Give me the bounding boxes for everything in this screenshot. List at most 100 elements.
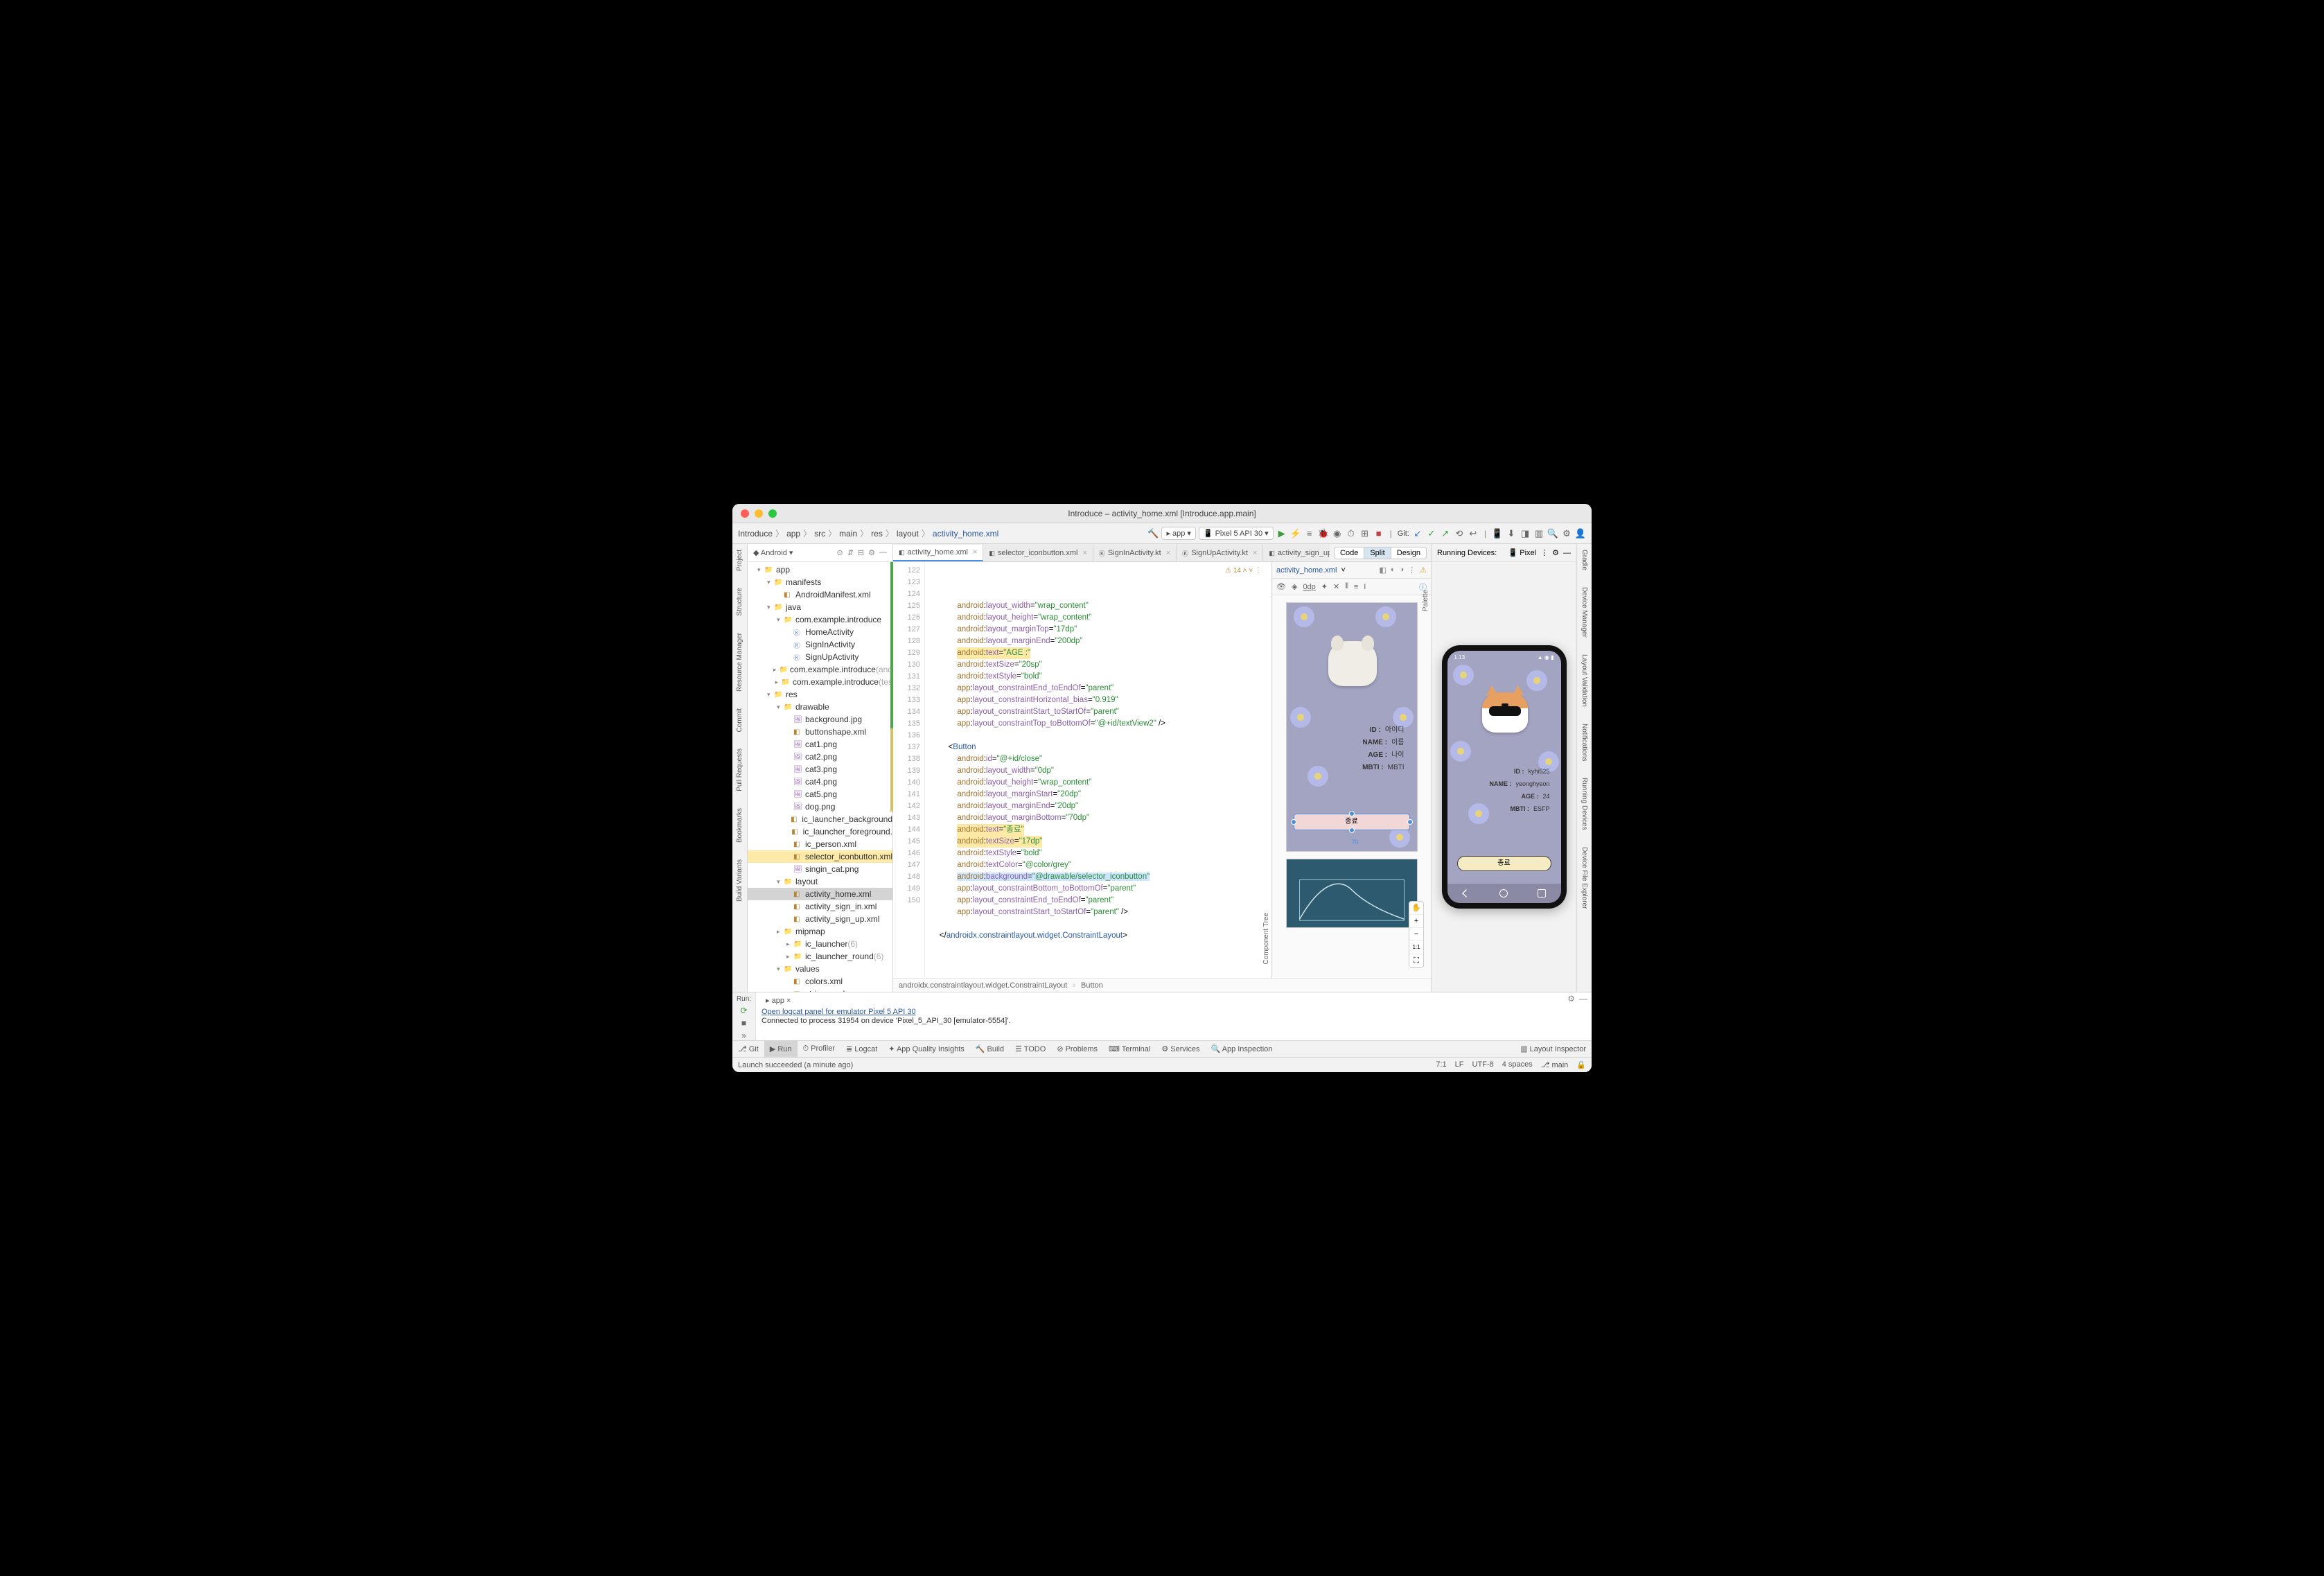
tree-item[interactable]: ▾📁com.example.introduce [748,613,892,626]
tree-item[interactable]: ◧colors.xml [748,975,892,988]
tool-build-variants[interactable]: Build Variants [736,859,743,902]
footer-tab-services[interactable]: ⚙ Services [1156,1041,1205,1057]
dropdown-icon[interactable]: ⋮ [1540,548,1548,557]
stop-icon[interactable]: ■ [741,1018,746,1028]
logcat-link[interactable]: Open logcat panel for emulator Pixel 5 A… [762,1008,916,1016]
project-view-dropdown[interactable]: ◆ Android ▾ [753,548,793,557]
tree-item[interactable]: 🖼singin_cat.png [748,863,892,875]
footer-tab-app-inspection[interactable]: 🔍 App Inspection [1205,1041,1278,1057]
orientation-icon[interactable]: ◐ [1391,566,1396,575]
tool-running-devices[interactable]: Running Devices [1581,778,1588,830]
tree-item[interactable]: 🖼cat3.png [748,763,892,776]
indent[interactable]: 4 spaces [1502,1060,1533,1069]
tree-item[interactable]: 🖼cat2.png [748,751,892,763]
layout-insp-icon[interactable]: ▥ [1533,528,1544,539]
hide-icon[interactable]: — [879,548,887,557]
clear-icon[interactable]: ✕ [1333,582,1339,591]
blueprint-canvas[interactable] [1286,859,1418,928]
tree-item[interactable]: ◧ic_launcher_foreground. [748,825,892,838]
account-icon[interactable]: 👤 [1575,528,1586,539]
design-view-button[interactable]: Design [1391,547,1427,559]
stop-icon[interactable]: ■ [1373,528,1384,539]
attach-icon[interactable]: ⊞ [1359,528,1371,539]
default-margin[interactable]: 0dp [1303,583,1315,591]
footer-tab-app-quality-insights[interactable]: ✦ App Quality Insights [883,1041,970,1057]
run-icon[interactable]: ▶ [1276,528,1287,539]
more-icon[interactable]: ⋮ [1408,566,1416,575]
warn-icon[interactable]: ⚠ [1420,566,1427,575]
tree-item[interactable]: 🖼cat5.png [748,788,892,800]
code-editor[interactable]: ⚠ 14 ˄ ˅ ⋮ android:layout_width="wrap_co… [925,562,1271,978]
tree-item[interactable]: ◧buttonshape.xml [748,726,892,738]
tree-item[interactable]: ▸📁com.example.introduce (tes [748,676,892,688]
git-commit-icon[interactable]: ✓ [1426,528,1437,539]
nav-home-icon[interactable] [1499,889,1508,898]
tool-bookmarks[interactable]: Bookmarks [736,808,743,843]
split-view-button[interactable]: Split [1364,547,1391,559]
build-icon[interactable]: 🔨 [1147,528,1159,539]
tree-item[interactable]: ◧ic_person.xml [748,838,892,850]
footer-tab-layout-inspector[interactable]: ▥ Layout Inspector [1515,1041,1592,1057]
footer-tab-build[interactable]: 🔨 Build [970,1041,1010,1057]
footer-tab-run[interactable]: ▶ Run [764,1041,798,1057]
inspection-badge[interactable]: ⚠ 14 ˄ ˅ ⋮ [1225,565,1262,577]
wand-icon[interactable]: ✦ [1321,582,1328,591]
tree-item[interactable]: ⓀHomeActivity [748,626,892,638]
hide-icon[interactable]: — [1579,994,1587,1004]
close-app-button[interactable]: 종료 [1457,856,1551,871]
tree-item[interactable]: 🖼background.jpg [748,713,892,726]
zoom-reset-icon[interactable]: ⛶ [1409,954,1423,968]
pan-icon[interactable]: ✋ [1409,902,1423,915]
tool-structure[interactable]: Structure [736,588,743,616]
tool-gradle[interactable]: Gradle [1581,550,1588,570]
nav-recent-icon[interactable] [1538,889,1546,898]
text-icon[interactable]: I [1364,583,1366,591]
settings-icon[interactable]: ⚙ [868,548,875,557]
nav-back-icon[interactable] [1462,889,1470,898]
preview-file[interactable]: activity_home.xml [1276,566,1337,575]
footer-tab-todo[interactable]: ☰ TODO [1010,1041,1051,1057]
gear-icon[interactable]: ⚙ [1567,994,1575,1004]
git-update-icon[interactable]: ↙ [1412,528,1423,539]
tree-item[interactable]: ◧activity_sign_up.xml [748,913,892,925]
gear-icon[interactable]: ⚙ [1552,548,1559,557]
tree-item[interactable]: ▸📁ic_launcher_round (6) [748,950,892,963]
git-branch[interactable]: ⎇ main [1541,1060,1569,1069]
tree-item[interactable]: ▾📁layout [748,875,892,888]
tree-item[interactable]: ⓀSignInActivity [748,638,892,651]
footer-tab-profiler[interactable]: ⏱ Profiler [798,1041,840,1057]
minimize-window-button[interactable] [755,509,763,518]
tree-item[interactable]: ▾📁manifests [748,576,892,588]
footer-tab-problems[interactable]: ⊘ Problems [1051,1041,1103,1057]
search-icon[interactable]: 🔍 [1547,528,1558,539]
tree-item[interactable]: 🖼dog.png [748,800,892,813]
surface-icon[interactable]: ◧ [1379,566,1386,575]
tool-layout-validation[interactable]: Layout Validation [1581,654,1588,707]
tree-item[interactable]: ▾📁res [748,688,892,701]
emulator-frame[interactable]: 1:13▲ ◉ ▮ ID :kyhi525 NAME :yeonghyeon A… [1442,645,1567,909]
expand-all-icon[interactable]: ⇵ [847,548,854,557]
editor-tab[interactable]: ⓀSignUpActivity.kt× [1177,545,1263,561]
git-push-icon[interactable]: ↗ [1440,528,1451,539]
zoom-out-icon[interactable]: − [1409,928,1423,941]
profile-icon[interactable]: ⏱ [1346,528,1357,539]
tool-commit[interactable]: Commit [736,708,743,732]
settings-icon[interactable]: ⚙ [1561,528,1572,539]
tool-notifications[interactable]: Notifications [1581,724,1588,761]
zoom-controls[interactable]: ✋ + − 1:1 ⛶ [1409,901,1424,968]
editor-tab[interactable]: ◧activity_home.xml× [893,545,983,561]
tool-resource-manager[interactable]: Resource Manager [736,633,743,692]
sdk-icon[interactable]: ⬇ [1506,528,1517,539]
tree-item[interactable]: ◧selector_iconbutton.xml [748,850,892,863]
tree-item[interactable]: ◧activity_home.xml [748,888,892,900]
tree-item[interactable]: 🖼cat4.png [748,776,892,788]
layout-canvas[interactable]: ID :아이디 NAME :이름 AGE :나이 MBTI :MBTI 종료 [1286,602,1418,852]
selected-button[interactable]: 종료 [1294,814,1410,830]
editor-tab[interactable]: ◧selector_iconbutton.xml× [983,545,1093,561]
apply-changes-icon[interactable]: ⚡ [1290,528,1301,539]
editor-breadcrumb[interactable]: androidx.constraintlayout.widget.Constra… [893,978,1431,992]
coverage-icon[interactable]: ◉ [1332,528,1343,539]
editor-tab[interactable]: ⓀSignInActivity.kt× [1093,545,1177,561]
component-tree-tab[interactable]: Component Tree [1262,913,1270,965]
tree-item[interactable]: ◧AndroidManifest.xml [748,588,892,601]
